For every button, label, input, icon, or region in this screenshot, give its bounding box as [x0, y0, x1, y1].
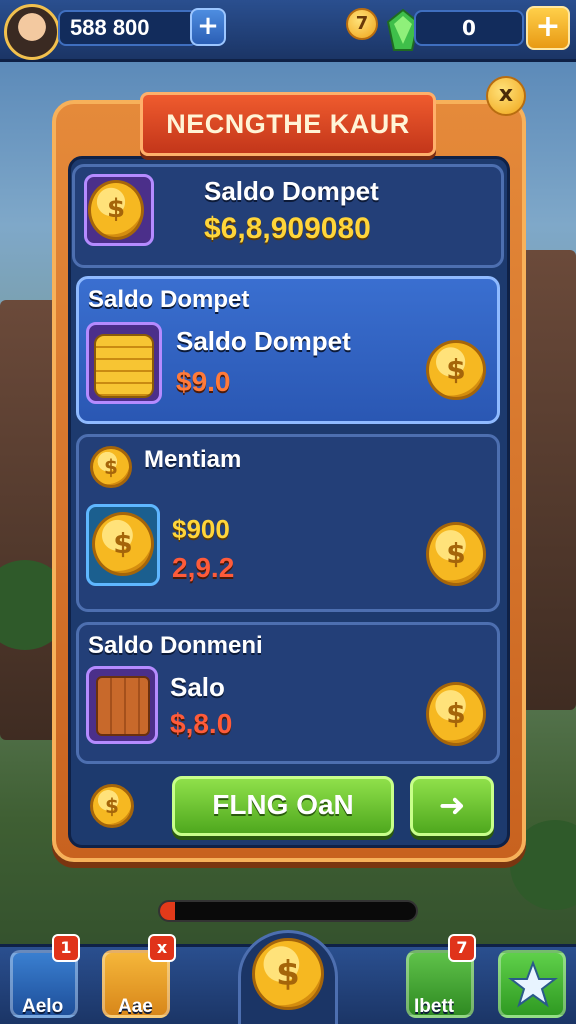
nav-item-star[interactable]: [498, 950, 566, 1018]
money-display: 588 800: [58, 10, 198, 46]
balance-label: Saldo Dompet: [204, 176, 379, 206]
nav-label-aae: Aae: [118, 996, 153, 1017]
arrow-right-button[interactable]: ➜: [410, 776, 494, 836]
crate-icon: [96, 676, 150, 736]
add-money-button[interactable]: +: [190, 8, 226, 46]
saldo-domiheni-label: Salo: [170, 672, 225, 702]
coin-icon: $: [92, 512, 154, 576]
player-avatar[interactable]: [4, 4, 60, 60]
coin-icon: $: [88, 180, 144, 240]
close-button[interactable]: x: [486, 76, 526, 116]
coin-icon[interactable]: $: [426, 682, 486, 746]
arrow-right-icon: ➜: [438, 786, 466, 824]
saldo-domiheni-header: Saldo Donmeni: [88, 632, 263, 659]
coin-icon: $: [90, 446, 132, 488]
star-icon: [508, 960, 558, 1008]
wallet-amount: $9.0: [176, 366, 231, 397]
nav-badge: 7: [448, 934, 476, 962]
nav-label-ibett: Ibett: [414, 996, 455, 1017]
balance-amount: $6,8,909080: [204, 212, 371, 245]
mentiam-amount-bottom: 2,9.2: [172, 552, 235, 583]
gem-counter: 0: [414, 10, 524, 46]
background-house-left: [0, 300, 60, 740]
mentiam-header: Mentiam: [144, 446, 242, 473]
wallet-label: Saldo Dompet: [176, 326, 351, 356]
add-gems-button[interactable]: +: [526, 6, 570, 50]
coin-icon: $: [90, 784, 134, 828]
main-action-button[interactable]: FLNG OaN: [172, 776, 394, 836]
wallet-header: Saldo Dompet: [88, 286, 250, 313]
coin-icon[interactable]: $: [426, 340, 486, 400]
coin-icon[interactable]: $: [426, 522, 486, 586]
nav-label-aelo: Aelo: [22, 996, 64, 1017]
close-icon: x: [498, 82, 514, 107]
money-value: 588 800: [70, 15, 150, 40]
mentiam-amount-top: $900: [172, 514, 230, 544]
saldo-domiheni-amount: $,8.0: [170, 708, 233, 739]
coin-counter-icon: 7: [346, 8, 378, 40]
dialog-title: NECNGTHE KAUR: [140, 92, 436, 156]
nav-badge: x: [148, 934, 176, 962]
gem-value: 0: [462, 16, 476, 40]
coin-stack-icon: [94, 334, 154, 398]
progress-fill: [160, 902, 176, 920]
center-coin-button[interactable]: $: [252, 938, 324, 1010]
progress-bar: [158, 900, 418, 922]
nav-badge: 1: [52, 934, 80, 962]
